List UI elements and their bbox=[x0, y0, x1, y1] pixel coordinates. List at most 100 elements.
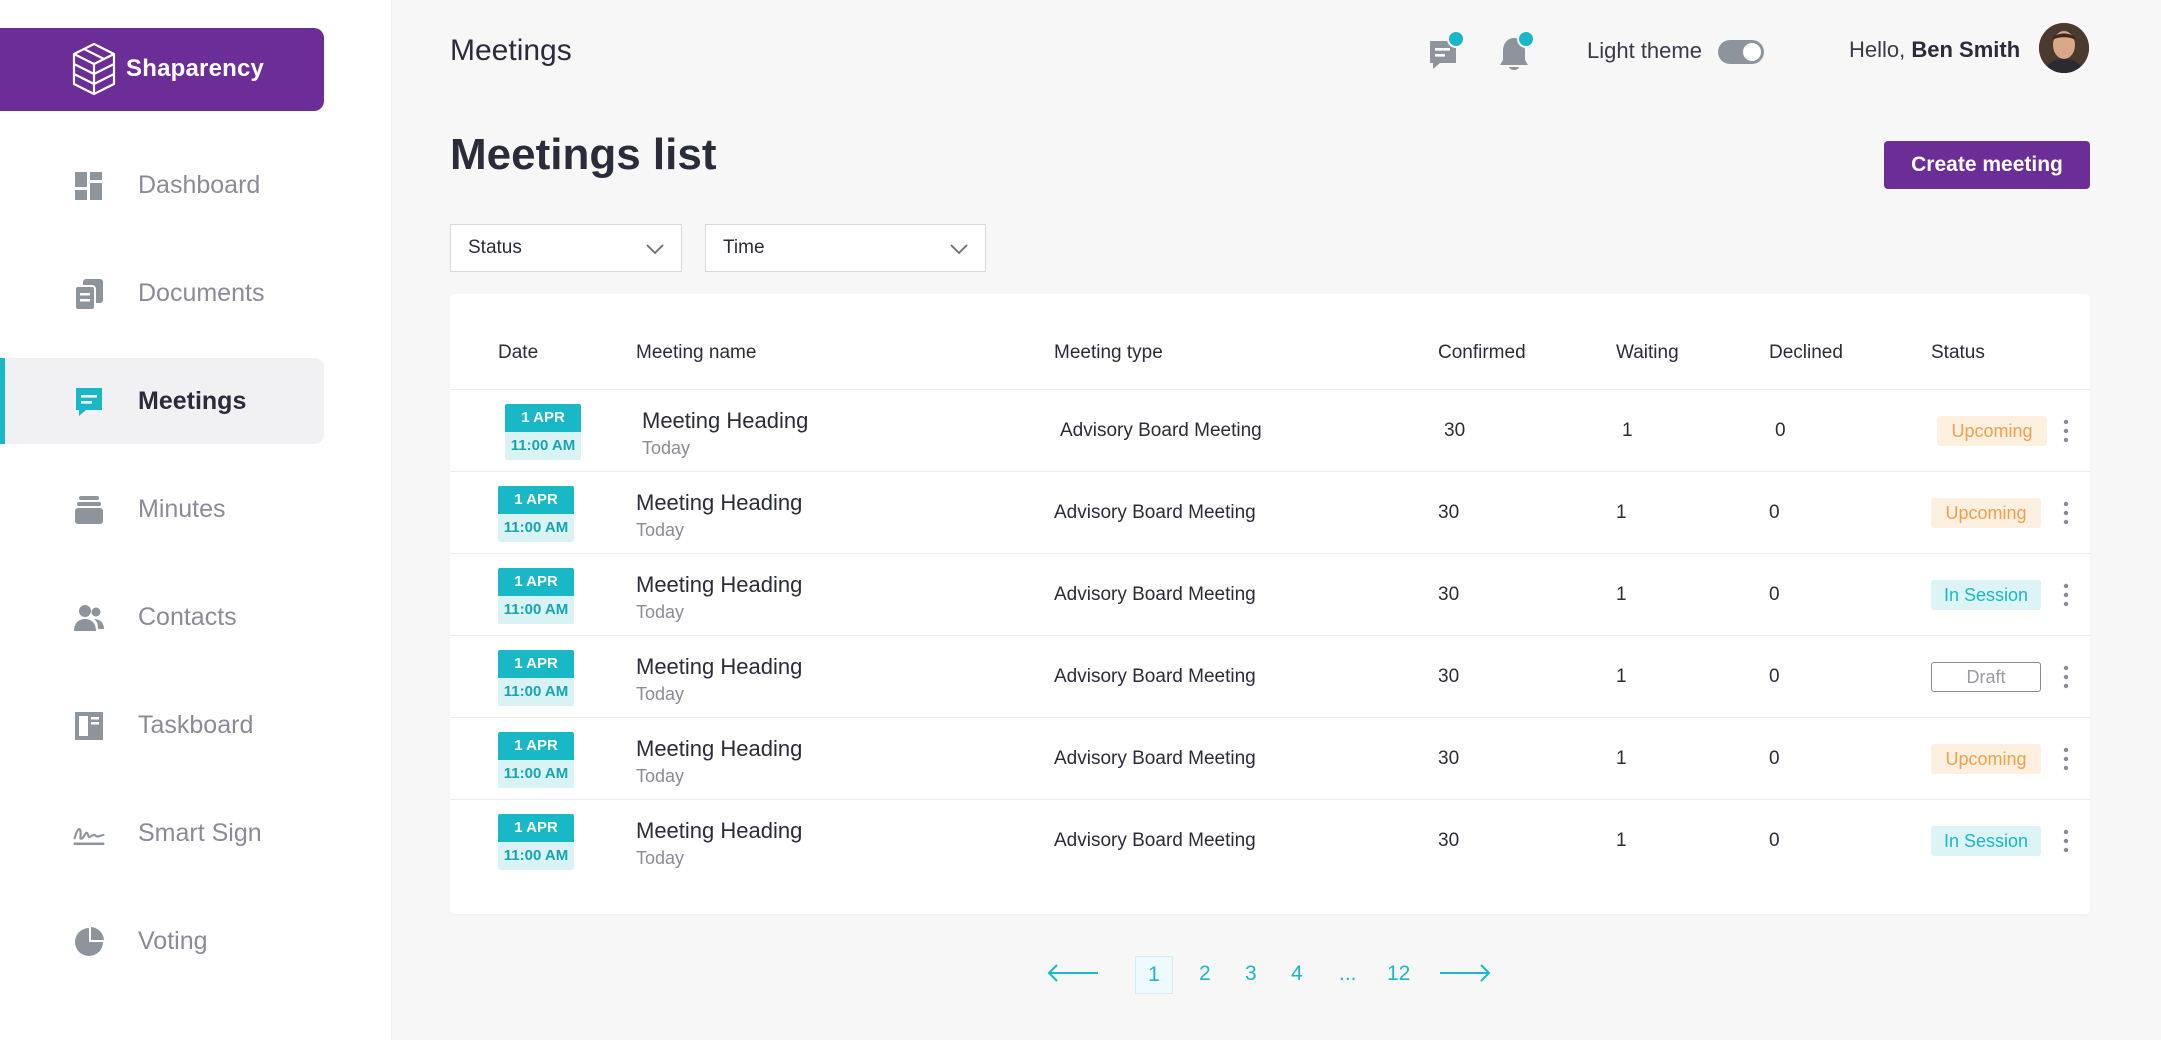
sidebar-item-label: Meetings bbox=[138, 387, 247, 415]
brand-name: Shaparency bbox=[126, 55, 265, 82]
greeting-text: Hello, bbox=[1849, 37, 1912, 62]
column-header-waiting: Waiting bbox=[1616, 342, 1679, 363]
meeting-type: Advisory Board Meeting bbox=[1054, 584, 1256, 605]
waiting-count: 1 bbox=[1616, 502, 1627, 523]
table-row[interactable]: 1 APR 11:00 AM Meeting Heading Today Adv… bbox=[450, 717, 2090, 800]
notifications-button[interactable] bbox=[1495, 30, 1535, 74]
more-options-icon[interactable] bbox=[2060, 580, 2072, 610]
date-badge: 1 APR 11:00 AM bbox=[505, 404, 581, 460]
confirmed-count: 30 bbox=[1438, 584, 1460, 605]
chevron-down-icon bbox=[646, 244, 664, 255]
more-options-icon[interactable] bbox=[2060, 498, 2072, 528]
meeting-name[interactable]: Meeting Heading bbox=[642, 408, 808, 434]
confirmed-count: 30 bbox=[1438, 502, 1460, 523]
sidebar-item-label: Voting bbox=[138, 927, 208, 955]
page-4-button[interactable]: 4 bbox=[1291, 962, 1303, 986]
status-badge: Upcoming bbox=[1931, 498, 2041, 528]
confirmed-count: 30 bbox=[1438, 748, 1460, 769]
brand-logo-button[interactable]: Shaparency bbox=[0, 28, 324, 111]
meeting-type: Advisory Board Meeting bbox=[1054, 830, 1256, 851]
sidebar-item-documents[interactable]: Documents bbox=[0, 250, 324, 336]
arrow-left-icon[interactable] bbox=[1046, 958, 1100, 988]
meeting-name[interactable]: Meeting Heading bbox=[636, 818, 802, 844]
sidebar-item-minutes[interactable]: Minutes bbox=[0, 466, 324, 552]
meeting-type: Advisory Board Meeting bbox=[1054, 748, 1256, 769]
theme-toggle[interactable] bbox=[1718, 40, 1764, 64]
date-badge: 1 APR 11:00 AM bbox=[498, 486, 574, 542]
table-row[interactable]: 1 APR 11:00 AM Meeting Heading Today Adv… bbox=[450, 635, 2090, 718]
declined-count: 0 bbox=[1769, 666, 1780, 687]
date-day: 1 APR bbox=[498, 650, 574, 678]
column-header-date: Date bbox=[498, 342, 539, 363]
sidebar-item-label: Contacts bbox=[138, 603, 237, 631]
sidebar-item-contacts[interactable]: Contacts bbox=[0, 574, 324, 660]
sidebar-item-dashboard[interactable]: Dashboard bbox=[0, 142, 324, 228]
date-badge: 1 APR 11:00 AM bbox=[498, 568, 574, 624]
meeting-date-label: Today bbox=[636, 684, 685, 704]
table-row[interactable]: 1 APR 11:00 AM Meeting Heading Today Adv… bbox=[450, 471, 2090, 554]
avatar[interactable] bbox=[2039, 23, 2089, 73]
waiting-count: 1 bbox=[1616, 830, 1627, 851]
notification-dot bbox=[1447, 30, 1465, 48]
confirmed-count: 30 bbox=[1444, 420, 1466, 441]
sidebar-item-taskboard[interactable]: Taskboard bbox=[0, 682, 324, 768]
waiting-count: 1 bbox=[1622, 420, 1633, 441]
create-meeting-button[interactable]: Create meeting bbox=[1884, 141, 2090, 189]
declined-count: 0 bbox=[1775, 420, 1786, 441]
sidebar-item-voting[interactable]: Voting bbox=[0, 898, 324, 984]
date-badge: 1 APR 11:00 AM bbox=[498, 650, 574, 706]
notification-dot bbox=[1517, 30, 1535, 48]
page-3-button[interactable]: 3 bbox=[1245, 962, 1257, 986]
declined-count: 0 bbox=[1769, 502, 1780, 523]
sidebar-item-smart-sign[interactable]: Smart Sign bbox=[0, 790, 324, 876]
status-badge: Upcoming bbox=[1931, 744, 2041, 774]
contacts-icon bbox=[74, 605, 104, 631]
time-filter-label: Time bbox=[723, 237, 765, 258]
dashboard-icon bbox=[75, 172, 102, 200]
meeting-type: Advisory Board Meeting bbox=[1054, 502, 1256, 523]
list-title: Meetings list bbox=[450, 130, 717, 179]
meeting-name[interactable]: Meeting Heading bbox=[636, 654, 802, 680]
more-options-icon[interactable] bbox=[2060, 826, 2072, 856]
table-row[interactable]: 1 APR 11:00 AM Meeting Heading Today Adv… bbox=[450, 389, 2090, 472]
date-day: 1 APR bbox=[505, 404, 581, 432]
arrow-right-icon[interactable] bbox=[1438, 958, 1492, 988]
toggle-knob bbox=[1743, 43, 1761, 61]
time-filter-select[interactable]: Time bbox=[705, 224, 986, 272]
user-greeting: Hello, Ben Smith bbox=[1849, 37, 2020, 63]
sidebar-item-label: Taskboard bbox=[138, 711, 254, 739]
table-row[interactable]: 1 APR 11:00 AM Meeting Heading Today Adv… bbox=[450, 799, 2090, 882]
more-options-icon[interactable] bbox=[2060, 662, 2072, 692]
messages-button[interactable] bbox=[1425, 30, 1465, 74]
sidebar: Shaparency Dashboard Documents Meetings … bbox=[0, 0, 392, 1040]
shaparency-logo-icon bbox=[72, 42, 116, 96]
column-header-type: Meeting type bbox=[1054, 342, 1163, 363]
date-day: 1 APR bbox=[498, 732, 574, 760]
meeting-date-label: Today bbox=[636, 520, 685, 540]
meeting-date-label: Today bbox=[636, 848, 685, 868]
minutes-icon bbox=[75, 496, 103, 524]
sidebar-item-label: Minutes bbox=[138, 495, 226, 523]
date-time: 11:00 AM bbox=[498, 678, 574, 706]
meeting-name[interactable]: Meeting Heading bbox=[636, 490, 802, 516]
signature-icon bbox=[73, 828, 105, 846]
page-12-button[interactable]: 12 bbox=[1387, 962, 1410, 986]
meeting-name[interactable]: Meeting Heading bbox=[636, 736, 802, 762]
declined-count: 0 bbox=[1769, 748, 1780, 769]
meetings-icon bbox=[76, 388, 102, 416]
page-2-button[interactable]: 2 bbox=[1199, 962, 1211, 986]
status-badge: In Session bbox=[1931, 580, 2041, 610]
meeting-name[interactable]: Meeting Heading bbox=[636, 572, 802, 598]
status-filter-select[interactable]: Status bbox=[450, 224, 682, 272]
page-1-button[interactable]: 1 bbox=[1135, 956, 1173, 994]
table-row[interactable]: 1 APR 11:00 AM Meeting Heading Today Adv… bbox=[450, 553, 2090, 636]
sidebar-item-meetings[interactable]: Meetings bbox=[0, 358, 324, 444]
waiting-count: 1 bbox=[1616, 748, 1627, 769]
taskboard-icon bbox=[75, 712, 103, 740]
date-time: 11:00 AM bbox=[498, 842, 574, 870]
confirmed-count: 30 bbox=[1438, 830, 1460, 851]
documents-icon bbox=[74, 279, 103, 311]
date-day: 1 APR bbox=[498, 814, 574, 842]
more-options-icon[interactable] bbox=[2060, 744, 2072, 774]
more-options-icon[interactable] bbox=[2060, 416, 2072, 446]
